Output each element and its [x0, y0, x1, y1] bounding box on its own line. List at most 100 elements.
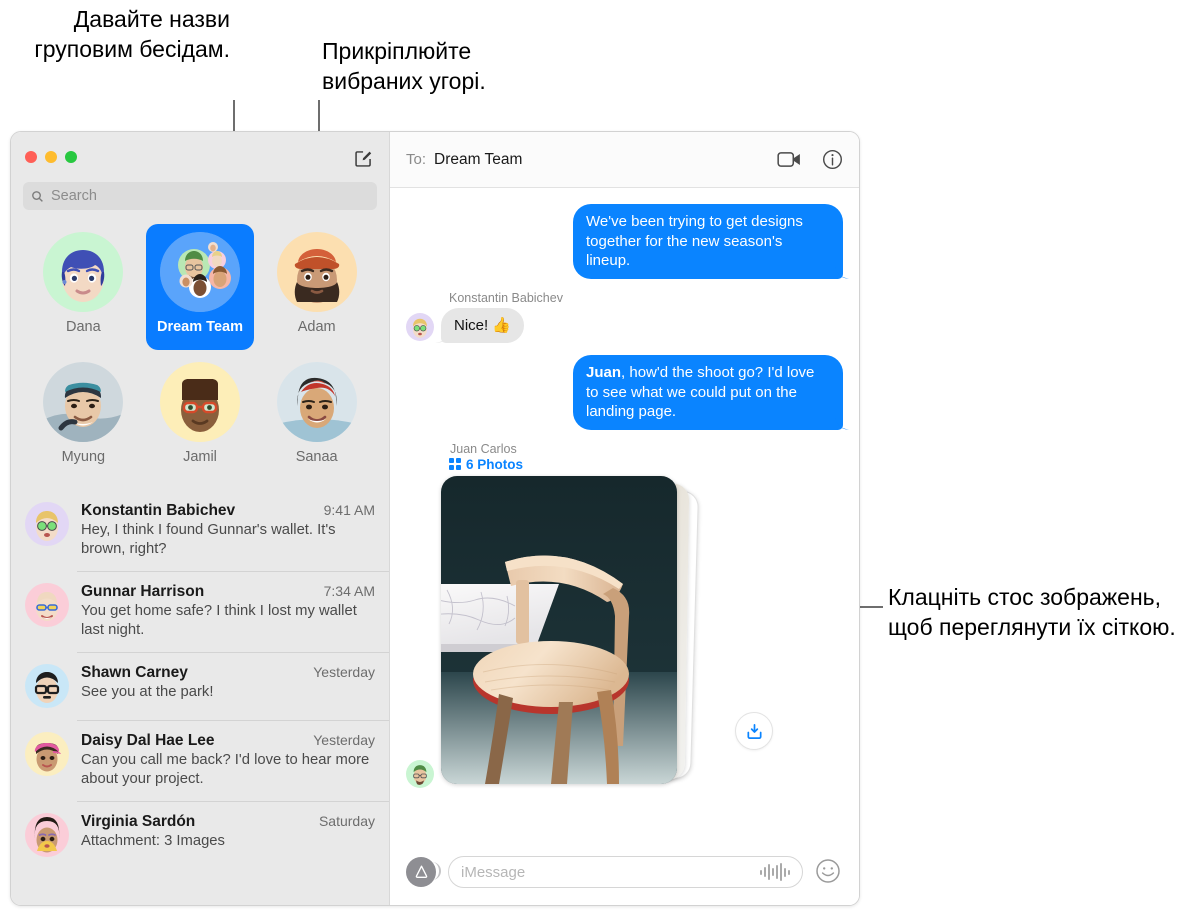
avatar: [25, 664, 69, 708]
message-preview: You get home safe? I think I lost my wal…: [81, 603, 357, 638]
avatar: [276, 232, 357, 312]
callout-pin-favorites: Прикріплюйте вибраних угорі.: [322, 38, 486, 94]
message-bubble[interactable]: Nice! 👍: [441, 307, 525, 343]
avatar: [406, 759, 434, 788]
list-item-body: Konstantin Babichev 9:41 AM Hey, I think…: [81, 502, 375, 559]
app-store-glyph: [415, 865, 427, 878]
message-row-incoming: Nice! 👍: [406, 307, 843, 343]
facetime-video-icon[interactable]: [777, 151, 802, 168]
list-item[interactable]: Daisy Dal Hae Lee Yesterday Can you call…: [11, 720, 389, 801]
header-actions: [777, 149, 843, 170]
audio-waveform-icon[interactable]: [760, 863, 790, 881]
message-preview: Attachment: 3 Images: [81, 833, 225, 849]
pinned-item-label: Dana: [65, 319, 101, 335]
avatar: [43, 232, 124, 312]
sender-name: Konstantin Babichev: [449, 290, 563, 305]
message-group-photo-stack: Juan Carlos 6 Photos: [406, 442, 843, 790]
pinned-item-jamil[interactable]: Jamil: [146, 354, 254, 480]
timestamp: Yesterday: [313, 664, 375, 680]
conversation-list: Konstantin Babichev 9:41 AM Hey, I think…: [11, 490, 389, 905]
app-store-icon[interactable]: [406, 857, 441, 887]
avatar: [159, 362, 240, 442]
timestamp: 9:41 AM: [323, 502, 375, 518]
photo-stack-meta: Juan Carlos 6 Photos: [449, 442, 843, 472]
pinned-item-label: Dream Team: [157, 319, 243, 335]
message-thread: We've been trying to get designs togethe…: [390, 188, 859, 847]
sidebar: Search Dana Dream Team Adam Myung Jamil …: [11, 132, 390, 905]
conversation-header: To: Dream Team: [390, 132, 859, 188]
message-bubble[interactable]: Juan, how'd the shoot go? I'd love to se…: [573, 355, 843, 430]
search-input[interactable]: Search: [23, 182, 377, 210]
messages-window: Search Dana Dream Team Adam Myung Jamil …: [10, 131, 860, 906]
avatar: [25, 732, 69, 776]
photo-stack-row: [406, 472, 843, 790]
search-container: Search: [11, 182, 389, 220]
close-button[interactable]: [25, 151, 37, 163]
message-preview: Can you call me back? I'd love to hear m…: [81, 752, 370, 787]
list-item-body: Shawn Carney Yesterday See you at the pa…: [81, 664, 375, 708]
photo-stack[interactable]: [441, 472, 701, 790]
group-avatar: [159, 232, 240, 312]
conversation-pane: To: Dream Team We've been trying to get …: [390, 132, 859, 905]
mention: Juan: [586, 364, 622, 381]
pinned-item-dana[interactable]: Dana: [29, 224, 137, 350]
pinned-item-myung[interactable]: Myung: [29, 354, 137, 480]
info-icon[interactable]: [822, 149, 843, 170]
avatar: [406, 313, 434, 341]
avatar: [25, 502, 69, 546]
download-button[interactable]: [735, 712, 773, 750]
photo-count-link[interactable]: 6 Photos: [449, 457, 843, 472]
pinned-item-label: Jamil: [183, 449, 217, 465]
callout-group-names: Давайте назви груповим бесідам.: [34, 6, 230, 62]
list-item[interactable]: Konstantin Babichev 9:41 AM Hey, I think…: [11, 490, 389, 571]
avatar: [276, 362, 357, 442]
contact-name: Gunnar Harrison: [81, 583, 205, 600]
timestamp: Yesterday: [313, 732, 375, 748]
photo-stack-card-front[interactable]: [441, 475, 677, 784]
pinned-conversations: Dana Dream Team Adam Myung Jamil Sanaa: [11, 220, 389, 490]
list-item[interactable]: Virginia Sardón Saturday Attachment: 3 I…: [11, 801, 389, 869]
maximize-button[interactable]: [65, 151, 77, 163]
timestamp: 7:34 AM: [323, 583, 375, 599]
sender-name: Juan Carlos: [450, 441, 517, 456]
photo-count-label: 6 Photos: [466, 456, 524, 472]
contact-name: Virginia Sardón: [81, 813, 196, 830]
pinned-item-label: Sanaa: [295, 449, 338, 465]
pinned-item-label: Adam: [297, 319, 336, 335]
message-row-outgoing: We've been trying to get designs togethe…: [406, 204, 843, 279]
grid-icon: [449, 458, 461, 470]
pinned-item-adam[interactable]: Adam: [263, 224, 371, 350]
message-input[interactable]: iMessage: [448, 856, 803, 888]
callout-photo-stack: Клацніть стос зображень, щоб переглянути…: [888, 584, 1176, 640]
message-composer: iMessage: [390, 847, 859, 905]
message-text: , how'd the shoot go? I'd love to see wh…: [586, 364, 815, 420]
contact-name: Shawn Carney: [81, 664, 188, 681]
minimize-button[interactable]: [45, 151, 57, 163]
message-input-placeholder: iMessage: [461, 863, 526, 881]
message-preview: Hey, I think I found Gunnar's wallet. It…: [81, 522, 336, 557]
emoji-smiley-icon[interactable]: [815, 858, 843, 886]
pinned-item-label: Myung: [61, 449, 106, 465]
list-item-body: Gunnar Harrison 7:34 AM You get home saf…: [81, 583, 375, 640]
pinned-item-sanaa[interactable]: Sanaa: [263, 354, 371, 480]
message-group-incoming: Konstantin Babichev Nice! 👍: [406, 290, 843, 343]
avatar: [25, 813, 69, 857]
list-item[interactable]: Shawn Carney Yesterday See you at the pa…: [11, 652, 389, 720]
contact-name: Konstantin Babichev: [81, 502, 236, 519]
timestamp: Saturday: [318, 813, 375, 829]
avatar: [25, 583, 69, 627]
contact-name: Daisy Dal Hae Lee: [81, 732, 215, 749]
traffic-lights[interactable]: [25, 151, 77, 163]
list-item[interactable]: Gunnar Harrison 7:34 AM You get home saf…: [11, 571, 389, 652]
search-placeholder: Search: [51, 188, 97, 204]
message-bubble[interactable]: We've been trying to get designs togethe…: [573, 204, 843, 279]
avatar: [43, 362, 124, 442]
list-item-body: Virginia Sardón Saturday Attachment: 3 I…: [81, 813, 375, 857]
photo-chair-table: [441, 475, 677, 784]
recipient-name[interactable]: Dream Team: [434, 151, 522, 169]
message-preview: See you at the park!: [81, 684, 214, 700]
compose-icon[interactable]: [351, 146, 375, 170]
message-row-outgoing: Juan, how'd the shoot go? I'd love to se…: [406, 355, 843, 430]
window-titlebar: [11, 132, 389, 182]
pinned-item-dream-team[interactable]: Dream Team: [145, 224, 254, 350]
